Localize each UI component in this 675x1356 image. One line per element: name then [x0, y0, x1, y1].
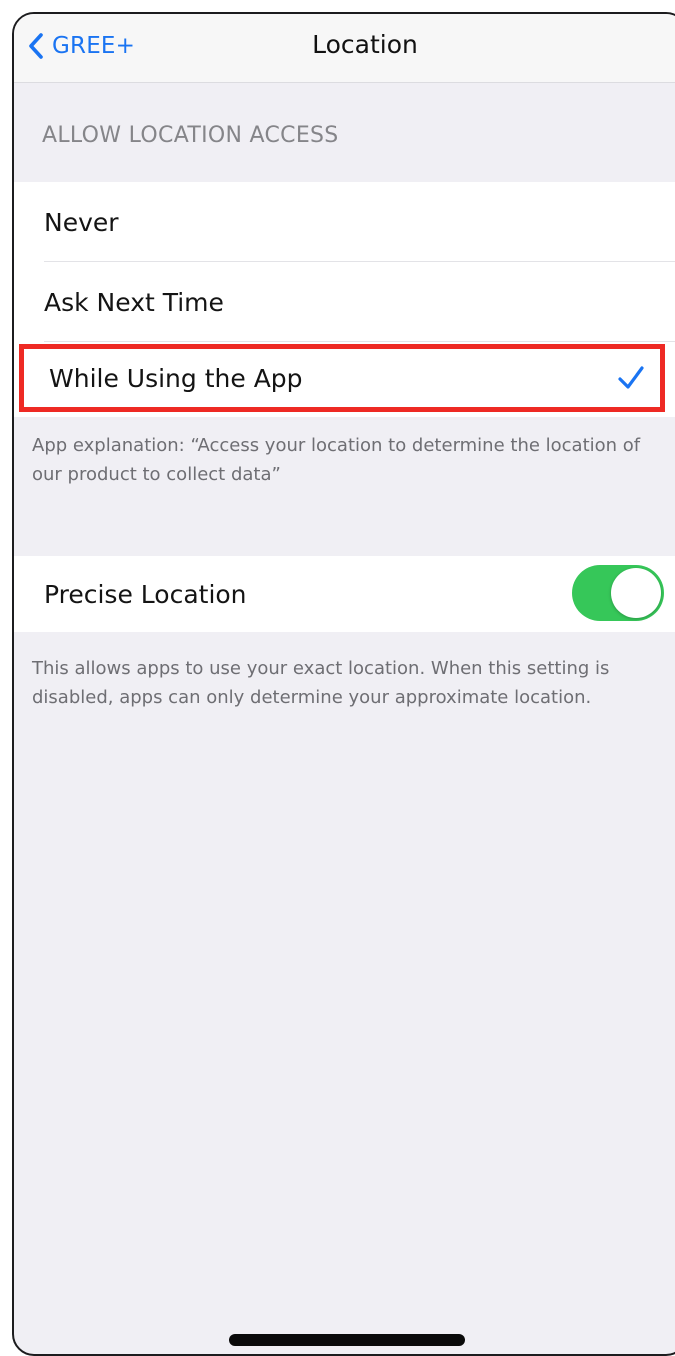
phone-screen: GREE+ Location ALLOW LOCATION ACCESS Nev…	[12, 12, 675, 1356]
option-ask-next-time[interactable]: Ask Next Time	[14, 262, 675, 342]
toggle-knob	[611, 568, 661, 618]
location-access-options: Never Ask Next Time While Using the App	[14, 182, 675, 417]
navigation-bar: GREE+ Location	[14, 14, 675, 83]
option-never-label: Never	[44, 207, 119, 237]
precise-location-toggle[interactable]	[572, 565, 664, 621]
option-never[interactable]: Never	[14, 182, 675, 262]
option-while-using-app-label: While Using the App	[49, 363, 303, 393]
option-ask-next-time-label: Ask Next Time	[44, 287, 224, 317]
divider	[44, 341, 675, 342]
page-title: Location	[312, 30, 418, 59]
precise-location-group: Precise Location	[14, 556, 675, 632]
precise-location-label: Precise Location	[44, 579, 247, 609]
section-header-allow-location: ALLOW LOCATION ACCESS	[42, 123, 339, 148]
app-explanation: App explanation: “Access your location t…	[32, 435, 641, 485]
home-indicator	[229, 1334, 465, 1346]
option-while-using-app[interactable]: While Using the App	[19, 344, 665, 412]
checkmark-icon	[616, 363, 646, 397]
precise-location-row: Precise Location	[14, 556, 675, 632]
precise-location-description: This allows apps to use your exact locat…	[32, 658, 610, 708]
